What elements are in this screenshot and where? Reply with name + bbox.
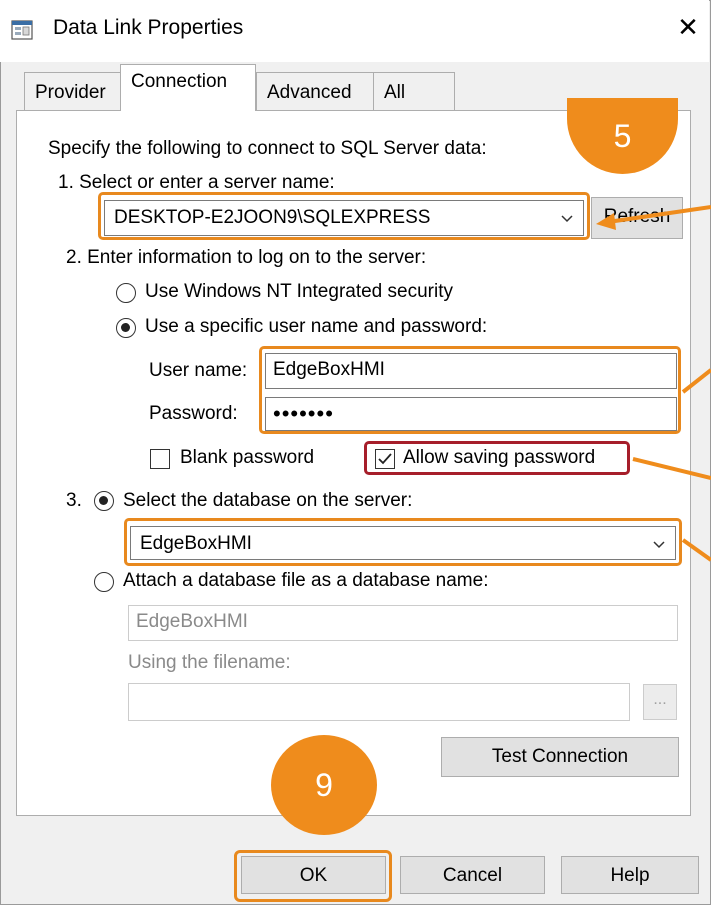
arrow-to-database [681, 538, 711, 562]
arrow-to-allow-saving [632, 457, 711, 480]
arrow-head-icon [596, 213, 616, 230]
arrow-to-credentials [681, 368, 711, 394]
tab-connection[interactable]: Connection [120, 64, 256, 111]
arrow-to-server [607, 205, 711, 224]
annotation-arrows [596, 205, 711, 562]
